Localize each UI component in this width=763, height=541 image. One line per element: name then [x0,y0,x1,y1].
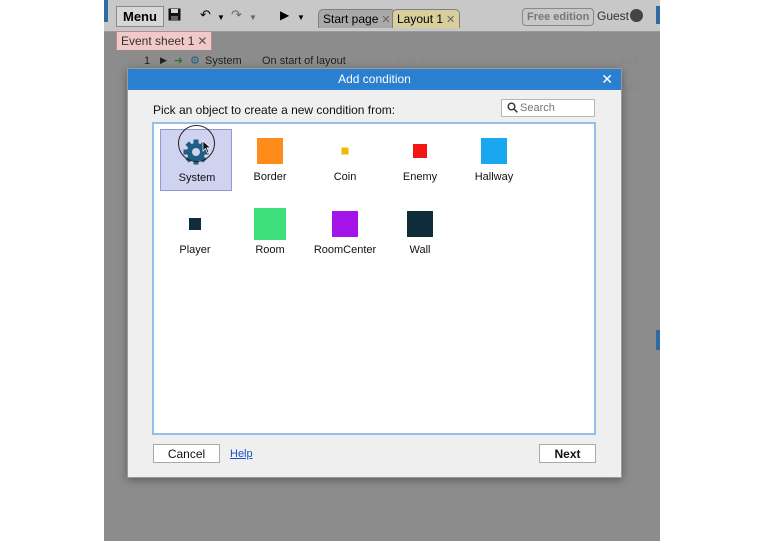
object-tile-roomcenter[interactable]: RoomCenter [310,203,380,263]
object-label: Wall [409,244,431,256]
sprite-swatch [413,144,427,158]
play-icon[interactable]: ▶ [280,8,289,22]
object-label: Enemy [402,171,438,183]
redo-dropdown-icon[interactable]: ▼ [249,11,257,25]
arrow-right-icon: ➜ [174,55,184,67]
search-icon [507,102,518,113]
sprite-swatch [257,138,283,164]
object-tile-enemy[interactable]: Enemy [385,130,455,190]
tab-label: Event sheet 1 [121,34,195,48]
dialog-prompt: Pick an object to create a new condition… [153,103,396,117]
object-tile-wall[interactable]: Wall [385,203,455,263]
sprite-swatch [407,211,433,237]
tab-layout-1[interactable]: Layout 1 ✕ [392,9,461,28]
click-indicator-ring [178,125,215,162]
line-number: 1 [144,55,151,67]
object-label: RoomCenter [313,244,377,256]
help-link[interactable]: Help [230,448,253,460]
close-icon[interactable]: ✕ [381,14,390,26]
save-icon[interactable] [168,8,181,24]
sprite-swatch [254,208,286,240]
user-label[interactable]: Guest [597,9,629,23]
object-grid: System Border Coin Enemy Hallway Player [152,122,596,435]
right-edge-marker [656,6,660,24]
edition-badge[interactable]: Free edition [522,8,595,26]
object-label: Room [255,244,285,256]
sprite-swatch [332,211,358,237]
sprite-swatch [341,147,349,155]
gear-icon: ⚙ [190,55,200,67]
redo-icon[interactable]: ↷ [231,8,242,22]
close-icon[interactable]: ✕ [197,34,207,48]
object-tile-hallway[interactable]: Hallway [459,130,529,190]
user-icon[interactable] [630,9,643,22]
add-link[interactable]: Add... [619,55,648,67]
expand-icon[interactable]: ▶ [160,55,167,66]
event-condition-label[interactable]: On start of layout [262,55,346,67]
left-edge-marker [104,0,108,22]
object-tile-player[interactable]: Player [160,203,230,263]
search-input[interactable] [520,101,592,115]
tab-label: Start page [323,12,379,26]
toolbar: Menu ↶ ▼ ↷ ▼ ▶ ▼ Start page ✕ Layout 1 ✕ F… [104,0,660,32]
sprite-swatch [189,218,201,230]
close-icon[interactable]: ✕ [446,14,455,26]
menu-button[interactable]: Menu [116,6,164,27]
event-object-label: System [205,55,242,67]
right-edge-marker [656,330,660,350]
object-tile-room[interactable]: Room [235,203,305,263]
object-label: Hallway [474,171,514,183]
tab-label: Layout 1 [397,12,444,26]
add-link[interactable]: Add... [619,81,648,93]
play-dropdown-icon[interactable]: ▼ [297,11,305,25]
search-box[interactable] [501,99,595,117]
tab-event-sheet-1[interactable]: Event sheet 1 ✕ [116,31,213,50]
add-action-link[interactable]: Add action [396,55,448,67]
next-button[interactable]: Next [539,444,596,463]
undo-icon[interactable]: ↶ [200,8,211,22]
object-tile-coin[interactable]: Coin [310,130,380,190]
undo-dropdown-icon[interactable]: ▼ [217,11,225,25]
object-label: Player [179,244,211,256]
dialog-title: Add condition [128,69,621,90]
cancel-button[interactable]: Cancel [153,444,220,463]
object-label: System [178,172,216,184]
object-tile-border[interactable]: Border [235,130,305,190]
object-label: Border [253,171,287,183]
sprite-swatch [481,138,507,164]
tab-start-page[interactable]: Start page ✕ [318,9,396,28]
object-label: Coin [333,171,357,183]
close-icon[interactable]: ✕ [601,69,613,90]
